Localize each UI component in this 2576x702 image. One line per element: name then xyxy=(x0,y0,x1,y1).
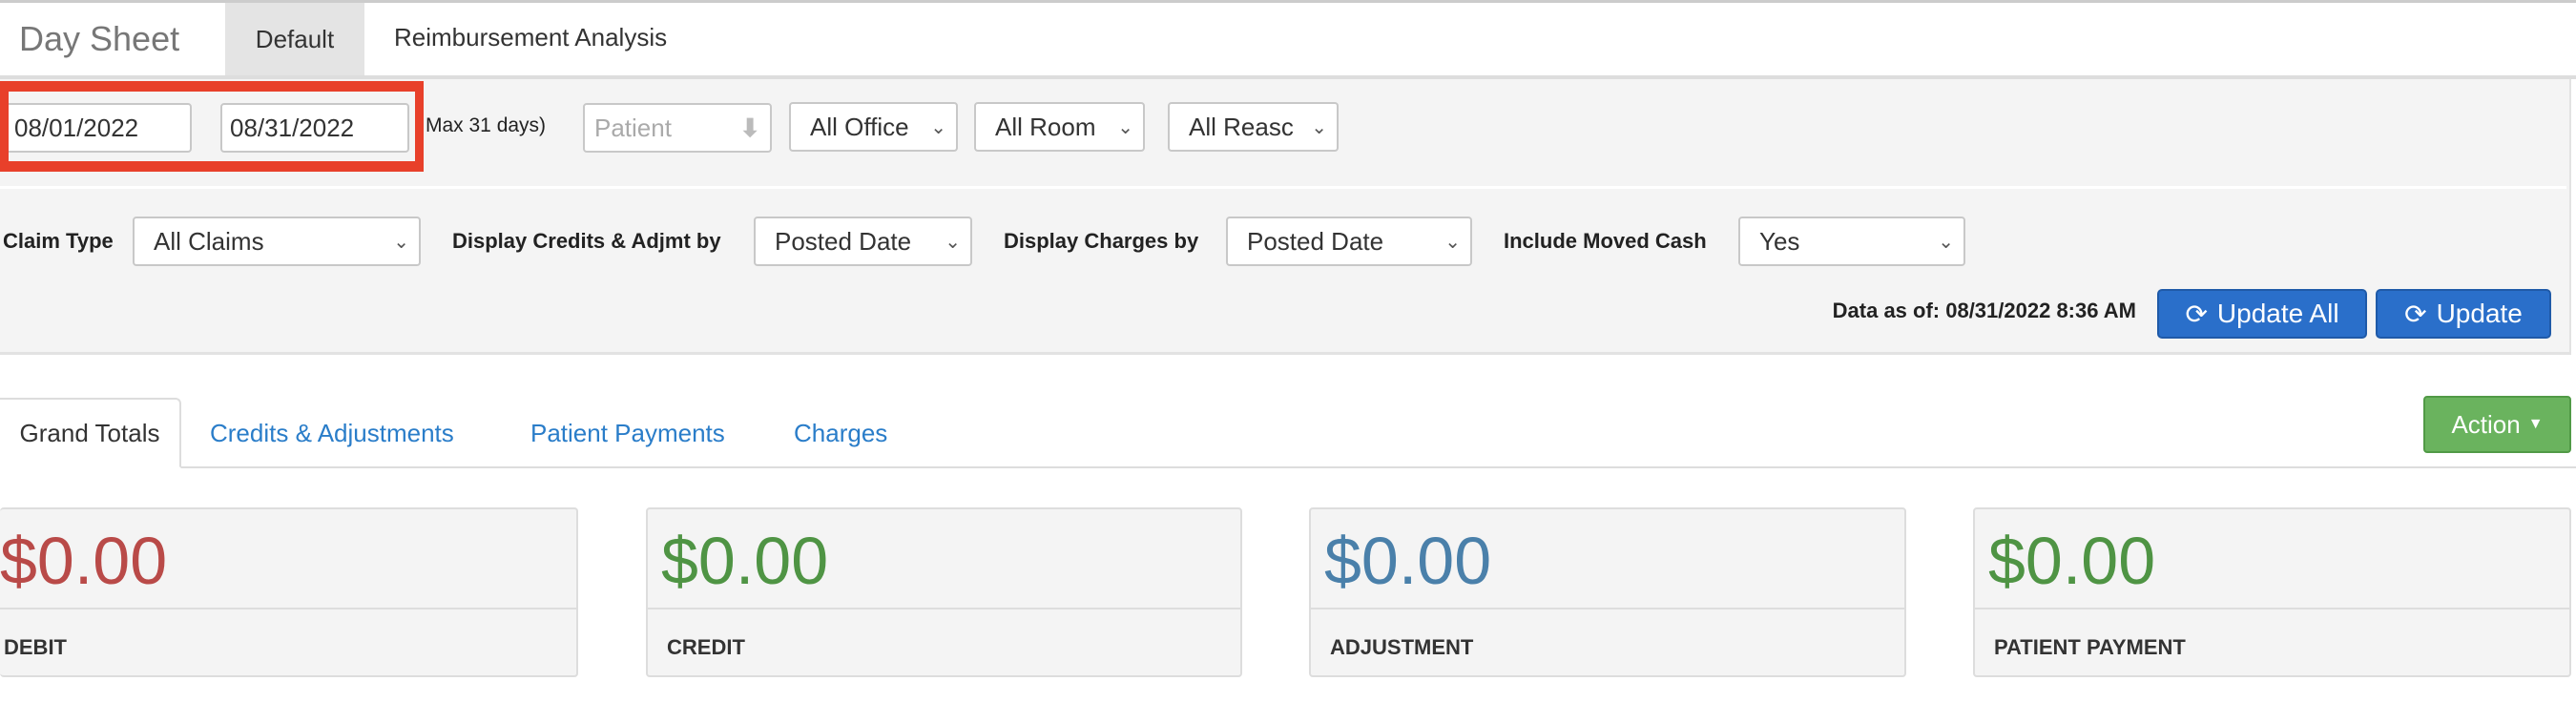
adjustment-amount: $0.00 xyxy=(1324,524,1492,598)
patient-payment-label: PATIENT PAYMENT xyxy=(1994,635,2186,659)
divider xyxy=(648,608,1240,609)
debit-card: $0.00 DEBIT xyxy=(0,507,578,677)
refresh-icon: ⟳ xyxy=(2185,299,2208,329)
charges-display-label: Display Charges by xyxy=(1004,229,1199,253)
update-button[interactable]: ⟳ Update xyxy=(2376,289,2551,339)
action-label: Action xyxy=(2451,409,2521,439)
claim-type-label: Claim Type xyxy=(3,229,114,253)
chevron-down-icon: ⌄ xyxy=(1444,231,1461,253)
divider xyxy=(1975,608,2569,609)
chevron-down-icon: ⌄ xyxy=(930,116,946,138)
chevron-down-icon: ⌄ xyxy=(1117,116,1133,138)
data-as-of: Data as of: 08/31/2022 8:36 AM xyxy=(1832,299,2136,322)
charges-display-value: Posted Date xyxy=(1247,226,1384,256)
adjustment-card: $0.00 ADJUSTMENT xyxy=(1309,507,1906,677)
chevron-down-icon: ⌄ xyxy=(945,231,961,253)
action-button[interactable]: Action ▼ xyxy=(2423,396,2571,453)
chevron-down-icon: ⌄ xyxy=(1311,116,1327,138)
moved-cash-value: Yes xyxy=(1759,226,1800,256)
patient-payment-card: $0.00 PATIENT PAYMENT xyxy=(1973,507,2571,677)
date-range-highlight xyxy=(0,81,424,172)
tab-patient-payments[interactable]: Patient Payments xyxy=(530,398,725,468)
top-tab-bar xyxy=(0,0,2576,79)
caret-down-icon: ▼ xyxy=(2527,416,2544,432)
max-days-note: Max 31 days) xyxy=(426,114,547,136)
office-value: All Office xyxy=(810,112,909,141)
credit-label: CREDIT xyxy=(667,635,745,659)
tab-charges[interactable]: Charges xyxy=(794,398,887,468)
reason-value: All Reasc xyxy=(1189,112,1294,141)
arrow-down-icon: ⬇ xyxy=(739,113,760,142)
room-value: All Room xyxy=(995,112,1096,141)
tab-credits-adjustments[interactable]: Credits & Adjustments xyxy=(210,398,454,468)
moved-cash-label: Include Moved Cash xyxy=(1504,229,1707,253)
tab-reimbursement-analysis[interactable]: Reimbursement Analysis xyxy=(394,23,667,52)
credits-display-select[interactable]: Posted Date ⌄ xyxy=(754,217,972,266)
charges-display-select[interactable]: Posted Date ⌄ xyxy=(1226,217,1472,266)
divider xyxy=(0,608,576,609)
credit-card: $0.00 CREDIT xyxy=(646,507,1242,677)
divider xyxy=(0,186,2566,189)
moved-cash-select[interactable]: Yes ⌄ xyxy=(1738,217,1965,266)
page-title: Day Sheet xyxy=(19,19,180,58)
room-select[interactable]: All Room ⌄ xyxy=(974,102,1145,152)
divider xyxy=(1311,608,1904,609)
tab-default[interactable]: Default xyxy=(225,3,364,75)
claim-type-select[interactable]: All Claims ⌄ xyxy=(133,217,421,266)
claim-type-value: All Claims xyxy=(154,226,264,256)
adjustment-label: ADJUSTMENT xyxy=(1330,635,1474,659)
update-label: Update xyxy=(2436,299,2523,328)
reason-select[interactable]: All Reasc ⌄ xyxy=(1168,102,1339,152)
refresh-icon: ⟳ xyxy=(2404,299,2427,329)
credits-display-value: Posted Date xyxy=(775,226,912,256)
patient-payment-amount: $0.00 xyxy=(1988,524,2156,598)
chevron-down-icon: ⌄ xyxy=(393,231,409,253)
update-all-label: Update All xyxy=(2216,299,2339,328)
office-select[interactable]: All Office ⌄ xyxy=(789,102,958,152)
debit-label: DEBIT xyxy=(4,635,67,659)
patient-input[interactable]: Patient ⬇ xyxy=(583,103,772,153)
chevron-down-icon: ⌄ xyxy=(1938,231,1954,253)
credits-display-label: Display Credits & Adjmt by xyxy=(452,229,721,253)
debit-amount: $0.00 xyxy=(0,524,168,598)
update-all-button[interactable]: ⟳ Update All xyxy=(2157,289,2367,339)
tab-grand-totals[interactable]: Grand Totals xyxy=(0,398,181,468)
patient-placeholder: Patient xyxy=(594,113,672,142)
credit-amount: $0.00 xyxy=(661,524,829,598)
